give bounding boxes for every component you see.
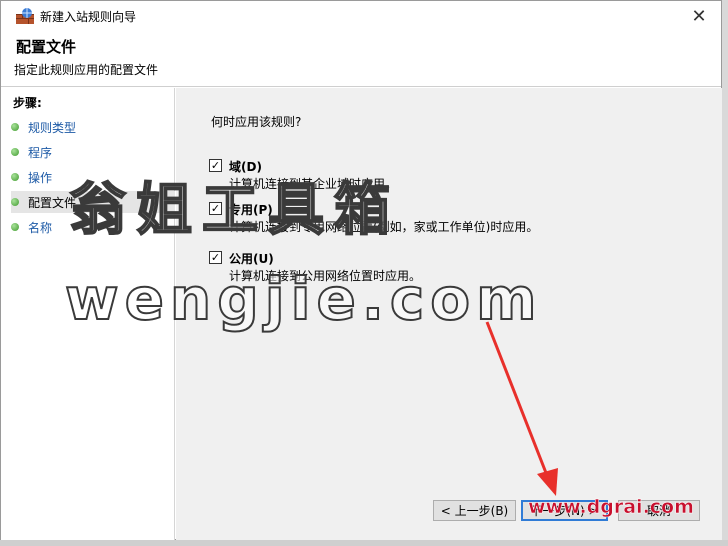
- option-description: 计算机连接到公用网络位置时应用。: [229, 269, 422, 283]
- wizard-window: 新建入站规则向导 ✕ 配置文件 指定此规则应用的配置文件 步骤: 规则类型 程序…: [0, 0, 722, 540]
- sidebar-item-label: 程序: [28, 145, 53, 160]
- steps-label: 步骤:: [13, 96, 42, 110]
- back-button[interactable]: < 上一步(B): [433, 500, 516, 521]
- steps-sidebar: 步骤: 规则类型 程序 操作 配置文件 名称: [1, 88, 175, 540]
- watermark-url: www.dgrai.com: [528, 496, 694, 519]
- private-checkbox[interactable]: ✓: [209, 202, 222, 215]
- checkmark-icon: ✓: [210, 202, 221, 215]
- close-button[interactable]: ✕: [677, 1, 721, 31]
- firewall-icon: [16, 8, 34, 24]
- window-title: 新建入站规则向导: [40, 10, 137, 24]
- option-description: 计算机连接到其企业域时应用。: [229, 177, 398, 191]
- sidebar-item-action[interactable]: 操作: [11, 166, 52, 188]
- title-bar: 新建入站规则向导 ✕: [1, 1, 721, 31]
- sidebar-item-name[interactable]: 名称: [11, 216, 52, 238]
- content-panel: 何时应用该规则? ✓ 域(D) 计算机连接到其企业域时应用。 ✓ 专用(P) 计…: [176, 88, 722, 540]
- green-dot-icon: [11, 148, 19, 156]
- option-label: 公用(U): [229, 252, 274, 266]
- checkmark-icon: ✓: [210, 251, 221, 264]
- sidebar-item-program[interactable]: 程序: [11, 141, 52, 163]
- sidebar-item-label: 规则类型: [28, 120, 77, 135]
- question-text: 何时应用该规则?: [211, 115, 302, 129]
- sidebar-item-label: 配置文件: [28, 195, 77, 210]
- option-label: 专用(P): [229, 203, 273, 217]
- sidebar-item-label: 名称: [28, 220, 53, 235]
- green-dot-icon: [11, 198, 19, 206]
- public-checkbox[interactable]: ✓: [209, 251, 222, 264]
- green-dot-icon: [11, 173, 19, 181]
- sidebar-item-rule-type[interactable]: 规则类型: [11, 116, 76, 138]
- page-header: 配置文件 指定此规则应用的配置文件: [1, 31, 721, 87]
- green-dot-icon: [11, 223, 19, 231]
- green-dot-icon: [11, 123, 19, 131]
- domain-checkbox[interactable]: ✓: [209, 159, 222, 172]
- page-description: 指定此规则应用的配置文件: [14, 63, 159, 77]
- sidebar-item-profile[interactable]: 配置文件: [11, 191, 175, 213]
- page-title: 配置文件: [16, 38, 77, 56]
- close-icon: ✕: [691, 5, 707, 27]
- checkmark-icon: ✓: [210, 159, 221, 172]
- option-description: 计算机连接到专用网络位置(例如，家或工作单位)时应用。: [229, 220, 539, 234]
- background-strip: [0, 540, 728, 546]
- sidebar-item-label: 操作: [28, 170, 53, 185]
- option-label: 域(D): [229, 160, 262, 174]
